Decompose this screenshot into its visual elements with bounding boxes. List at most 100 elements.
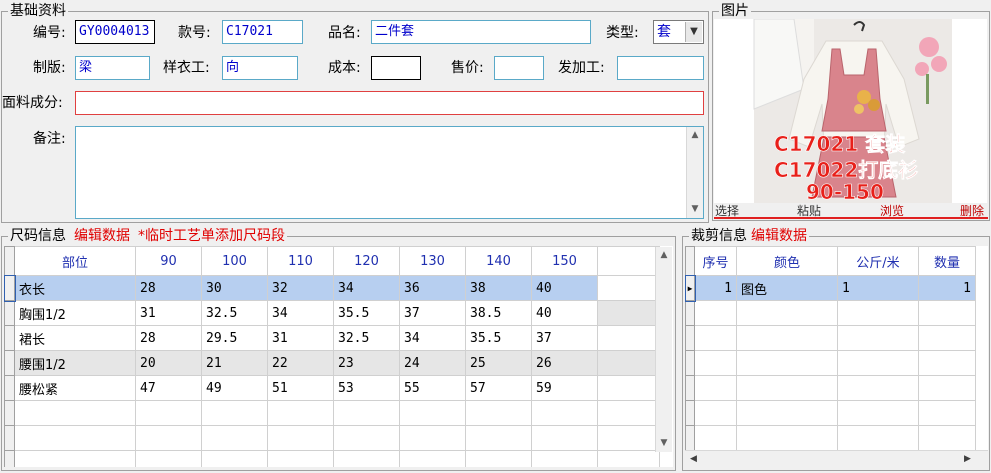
size-edit-link[interactable]: 编辑数据 bbox=[74, 228, 130, 244]
sample-maker-field[interactable]: 向 bbox=[222, 56, 298, 80]
scroll-down-icon[interactable]: ▼ bbox=[687, 201, 703, 218]
size-col-140[interactable]: 140 bbox=[465, 246, 532, 276]
scroll-left-icon[interactable]: ◀ bbox=[685, 451, 702, 467]
cutting-col-color[interactable]: 颜色 bbox=[736, 246, 838, 276]
scroll-up-icon[interactable]: ▲ bbox=[656, 247, 672, 264]
table-cell[interactable]: 38 bbox=[465, 275, 532, 301]
table-cell[interactable]: 28 bbox=[135, 325, 202, 351]
table-cell[interactable]: 55 bbox=[399, 375, 466, 401]
table-cell[interactable]: 49 bbox=[201, 375, 268, 401]
table-cell[interactable]: 40 bbox=[531, 300, 598, 326]
table-cell[interactable]: 20 bbox=[135, 350, 202, 376]
table-cell[interactable]: 31 bbox=[135, 300, 202, 326]
cutting-col-index[interactable]: 序号 bbox=[694, 246, 737, 276]
cutting-col-qty[interactable]: 数量 bbox=[918, 246, 976, 276]
table-cell[interactable]: 衣长 bbox=[14, 275, 136, 301]
size-grid-scrollbar[interactable]: ▲ ▼ bbox=[655, 247, 672, 452]
note-textarea[interactable] bbox=[75, 126, 704, 219]
table-cell[interactable]: 30 bbox=[201, 275, 268, 301]
table-row[interactable]: 腰松紧 47 49 51 53 55 57 59 bbox=[4, 375, 660, 401]
fabric-field[interactable] bbox=[75, 91, 704, 115]
table-cell[interactable]: 裙长 bbox=[14, 325, 136, 351]
table-cell[interactable]: 53 bbox=[333, 375, 400, 401]
table-row[interactable]: 衣长 28 30 32 34 36 38 40 bbox=[4, 274, 660, 302]
size-col-120[interactable]: 120 bbox=[333, 246, 400, 276]
table-row[interactable]: 裙长 28 29.5 31 32.5 34 35.5 37 bbox=[4, 325, 660, 351]
table-cell[interactable]: 32.5 bbox=[201, 300, 268, 326]
table-row[interactable]: 腰围1/2 20 21 22 23 24 25 26 bbox=[4, 350, 660, 376]
size-col-90[interactable]: 90 bbox=[135, 246, 202, 276]
type-label: 类型: bbox=[606, 25, 639, 41]
style-field[interactable]: C17021 bbox=[222, 20, 303, 44]
price-field[interactable] bbox=[494, 56, 544, 80]
table-cell[interactable]: 25 bbox=[465, 350, 532, 376]
table-cell[interactable]: 37 bbox=[399, 300, 466, 326]
size-grid: 部位 90 100 110 120 130 140 150 衣长 28 30 3… bbox=[4, 246, 673, 467]
table-cell[interactable]: 腰围1/2 bbox=[14, 350, 136, 376]
cutting-info-title: 裁剪信息 bbox=[691, 228, 747, 244]
cutting-header-row: 序号 颜色 公斤/米 数量 bbox=[685, 246, 976, 276]
row-indicator bbox=[4, 325, 15, 351]
cost-field[interactable] bbox=[371, 56, 421, 80]
table-cell[interactable]: 22 bbox=[267, 350, 334, 376]
table-cell[interactable]: 图色 bbox=[736, 275, 838, 301]
cutting-table: 序号 颜色 公斤/米 数量 ▶ 1 图色 1 1 bbox=[685, 246, 976, 450]
table-cell[interactable]: 59 bbox=[531, 375, 598, 401]
table-cell[interactable]: 胸围1/2 bbox=[14, 300, 136, 326]
table-cell[interactable]: 35.5 bbox=[333, 300, 400, 326]
size-col-part[interactable]: 部位 bbox=[14, 246, 136, 276]
pattern-field[interactable]: 梁 bbox=[75, 56, 150, 80]
table-cell[interactable]: 47 bbox=[135, 375, 202, 401]
size-col-130[interactable]: 130 bbox=[399, 246, 466, 276]
cutting-col-weight[interactable]: 公斤/米 bbox=[837, 246, 919, 276]
table-cell[interactable]: 40 bbox=[531, 275, 598, 301]
scroll-right-icon[interactable]: ▶ bbox=[959, 451, 976, 467]
note-scrollbar[interactable]: ▲ ▼ bbox=[686, 127, 703, 218]
photo-paste-button[interactable]: 粘贴 bbox=[797, 204, 821, 218]
table-cell[interactable]: 36 bbox=[399, 275, 466, 301]
table-cell[interactable]: 32 bbox=[267, 275, 334, 301]
cutting-edit-link[interactable]: 编辑数据 bbox=[751, 228, 807, 244]
type-select[interactable]: 套 ▼ bbox=[653, 20, 704, 44]
table-row[interactable]: ▶ 1 图色 1 1 bbox=[685, 274, 976, 302]
table-cell bbox=[597, 300, 660, 326]
table-cell bbox=[597, 350, 660, 376]
processor-field[interactable] bbox=[617, 56, 704, 80]
table-cell[interactable]: 32.5 bbox=[333, 325, 400, 351]
name-field[interactable]: 二件套 bbox=[371, 20, 591, 44]
table-cell bbox=[597, 325, 660, 351]
chevron-down-icon[interactable]: ▼ bbox=[685, 22, 702, 42]
code-field[interactable]: GY0004013 bbox=[75, 20, 155, 44]
photo-browse-button[interactable]: 浏览 bbox=[880, 204, 904, 218]
table-cell[interactable]: 37 bbox=[531, 325, 598, 351]
photo-delete-button[interactable]: 删除 bbox=[960, 204, 984, 218]
scroll-down-icon[interactable]: ▼ bbox=[656, 435, 672, 452]
table-cell[interactable]: 1 bbox=[694, 275, 737, 301]
photo-select-button[interactable]: 选择 bbox=[715, 204, 739, 218]
table-cell[interactable]: 腰松紧 bbox=[14, 375, 136, 401]
size-col-100[interactable]: 100 bbox=[201, 246, 268, 276]
table-cell[interactable]: 24 bbox=[399, 350, 466, 376]
product-photo[interactable]: C17021 套装 C17022打底衫 90-150 bbox=[714, 19, 987, 203]
table-cell[interactable]: 29.5 bbox=[201, 325, 268, 351]
table-cell[interactable]: 23 bbox=[333, 350, 400, 376]
table-cell[interactable]: 35.5 bbox=[465, 325, 532, 351]
table-cell[interactable]: 1 bbox=[918, 275, 976, 301]
table-cell[interactable]: 34 bbox=[399, 325, 466, 351]
table-cell[interactable]: 28 bbox=[135, 275, 202, 301]
table-cell[interactable]: 34 bbox=[267, 300, 334, 326]
table-cell[interactable]: 57 bbox=[465, 375, 532, 401]
table-cell[interactable]: 26 bbox=[531, 350, 598, 376]
size-col-110[interactable]: 110 bbox=[267, 246, 334, 276]
fabric-label: 面料成分: bbox=[2, 95, 63, 111]
table-cell[interactable]: 1 bbox=[837, 275, 919, 301]
table-cell[interactable]: 34 bbox=[333, 275, 400, 301]
cutting-grid-hscrollbar[interactable]: ◀ ▶ bbox=[685, 450, 988, 467]
table-cell[interactable]: 51 bbox=[267, 375, 334, 401]
table-row[interactable]: 胸围1/2 31 32.5 34 35.5 37 38.5 40 bbox=[4, 300, 660, 326]
size-col-150[interactable]: 150 bbox=[531, 246, 598, 276]
table-cell[interactable]: 38.5 bbox=[465, 300, 532, 326]
table-cell[interactable]: 21 bbox=[201, 350, 268, 376]
table-cell[interactable]: 31 bbox=[267, 325, 334, 351]
scroll-up-icon[interactable]: ▲ bbox=[687, 127, 703, 144]
